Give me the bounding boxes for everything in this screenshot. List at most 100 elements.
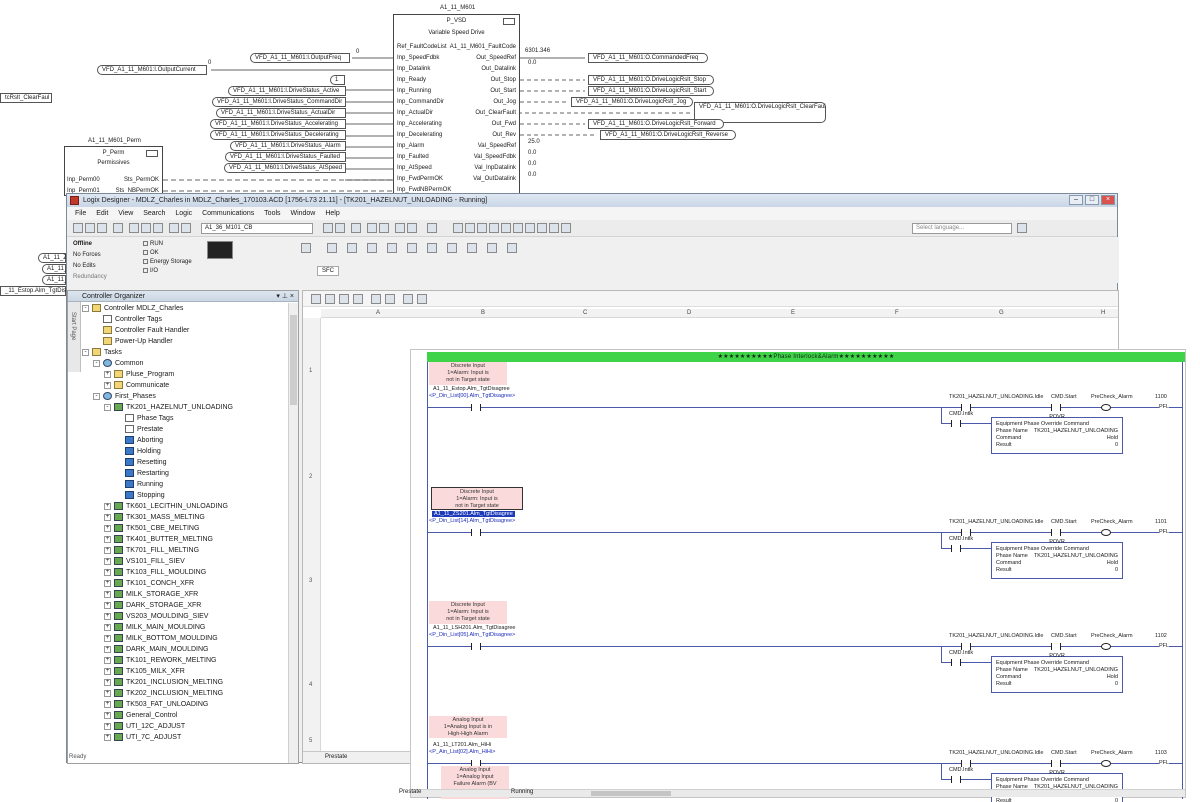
tree-node[interactable]: + TK601_LECITHIN_UNLOADING: [104, 501, 228, 512]
intlk-contact-icon[interactable]: [951, 420, 961, 427]
expand-toggle-icon[interactable]: -: [82, 348, 89, 356]
xic-icon[interactable]: [367, 243, 377, 253]
tree-node[interactable]: + DARK_MAIN_MOULDING: [104, 644, 208, 655]
menu-tools[interactable]: Tools: [264, 210, 280, 217]
tree-node[interactable]: - Common: [93, 358, 143, 369]
xic-contact-icon[interactable]: [471, 529, 481, 536]
contact-tag[interactable]: A1_11_ZS201.Alm_TgtDisagree: [432, 511, 515, 517]
expand-toggle-icon[interactable]: +: [104, 601, 111, 609]
paste-icon[interactable]: [153, 223, 163, 233]
start-page-tab[interactable]: Start Page: [68, 302, 81, 372]
tree-node[interactable]: Resetting: [115, 457, 167, 468]
otl-icon[interactable]: [427, 243, 437, 253]
tree-node[interactable]: + TK301_MASS_MELTING: [104, 512, 205, 523]
precheck-coil-icon[interactable]: [1101, 643, 1111, 650]
xic-contact-icon[interactable]: [471, 404, 481, 411]
ote-icon[interactable]: [407, 243, 417, 253]
tree-node[interactable]: + VS203_MOULDING_SIEV: [104, 611, 208, 622]
tree-node[interactable]: + DARK_STORAGE_XFR: [104, 600, 201, 611]
expand-toggle-icon[interactable]: -: [104, 403, 111, 411]
tree-node[interactable]: + TK701_FILL_MELTING: [104, 545, 199, 556]
sfc-routine-tab[interactable]: Prestate: [325, 754, 347, 760]
tree-node[interactable]: + TK105_MILK_XFR: [104, 666, 185, 677]
tree-node[interactable]: + TK501_CBE_MELTING: [104, 523, 199, 534]
block-minimize-icon[interactable]: [503, 18, 515, 25]
redo-icon[interactable]: [181, 223, 191, 233]
expand-toggle-icon[interactable]: +: [104, 623, 111, 631]
idle-contact-icon[interactable]: [961, 760, 971, 767]
tree-node[interactable]: + MILK_BOTTOM_MOULDING: [104, 633, 218, 644]
xio-icon[interactable]: [387, 243, 397, 253]
fbd-input-tag[interactable]: VFD_A1_11_M601:I.DriveStatus_Acceleratin…: [210, 119, 346, 129]
expand-toggle-icon[interactable]: +: [104, 678, 111, 686]
expand-toggle-icon[interactable]: +: [104, 689, 111, 697]
fbd-input-tag[interactable]: VFD_A1_11_M601:I.DriveStatus_ActualDir: [216, 108, 346, 118]
tree-node[interactable]: + Communicate: [104, 380, 169, 391]
fbd-input-tag[interactable]: VFD_A1_11_M601:I.DriveStatus_AtSpeed: [224, 163, 346, 173]
tools-icon[interactable]: [465, 223, 475, 233]
tree-node[interactable]: Controller Fault Handler: [93, 325, 189, 336]
close-button[interactable]: ×: [1101, 195, 1115, 205]
cmd-start-contact-icon[interactable]: [1051, 404, 1061, 411]
minimize-button[interactable]: –: [1069, 195, 1083, 205]
fbd-left-stub[interactable]: A1_11_Z: [38, 253, 67, 263]
expand-toggle-icon[interactable]: -: [93, 359, 100, 367]
fbd-output-tag[interactable]: VFD_A1_11_M601:O.DriveLogicRslt_Start: [588, 86, 714, 96]
sfc-branch-icon[interactable]: [339, 294, 349, 304]
tools-icon[interactable]: [501, 223, 511, 233]
sfc-stop-icon[interactable]: [371, 294, 381, 304]
expand-toggle-icon[interactable]: +: [104, 590, 111, 598]
expand-toggle-icon[interactable]: +: [104, 513, 111, 521]
menu-window[interactable]: Window: [290, 210, 315, 217]
tree-node[interactable]: Prestate: [115, 424, 163, 435]
ladder-bottom-tab[interactable]: Prestate: [399, 789, 421, 795]
fbd-output-current-tag[interactable]: VFD_A1_11_M601:I.OutputCurrent: [97, 65, 207, 75]
sfc-sbr-icon[interactable]: [353, 294, 363, 304]
expand-toggle-icon[interactable]: +: [104, 711, 111, 719]
new-icon[interactable]: [73, 223, 83, 233]
tree-node[interactable]: Restarting: [115, 468, 169, 479]
fbd-input-tag[interactable]: VFD_A1_11_M601:I.DriveStatus_Alarm: [230, 141, 346, 151]
branch-icon[interactable]: [327, 243, 337, 253]
menu-communications[interactable]: Communications: [202, 210, 254, 217]
expand-toggle-icon[interactable]: +: [104, 557, 111, 565]
menu-edit[interactable]: Edit: [96, 210, 108, 217]
tree-node[interactable]: Holding: [115, 446, 161, 457]
tree-node[interactable]: + TK201_INCLUSION_MELTING: [104, 677, 223, 688]
language-select[interactable]: Select language...: [912, 223, 1012, 234]
tree-node[interactable]: - Controller MDLZ_Charles: [82, 303, 183, 314]
tree-node[interactable]: + General_Control: [104, 710, 177, 721]
find-icon[interactable]: [323, 223, 333, 233]
path-combo[interactable]: A1_36_M101_CB: [201, 223, 313, 234]
fbd-left-stub[interactable]: A1_11_M: [42, 264, 72, 274]
tools-icon[interactable]: [549, 223, 559, 233]
tree-node[interactable]: - First_Phases: [93, 391, 156, 402]
tree-node[interactable]: + UTI_7C_ADJUST: [104, 732, 181, 743]
expand-toggle-icon[interactable]: +: [104, 645, 111, 653]
ladder-scrollbar[interactable]: Prestate Running: [399, 789, 1185, 797]
scroll-thumb[interactable]: [290, 315, 297, 405]
menu-view[interactable]: View: [118, 210, 133, 217]
idle-contact-icon[interactable]: [961, 643, 971, 650]
expand-toggle-icon[interactable]: +: [104, 656, 111, 664]
fbd-input-tag[interactable]: VFD_A1_11_M601:I.DriveStatus_Active: [228, 86, 346, 96]
expand-toggle-icon[interactable]: +: [104, 579, 111, 587]
intlk-contact-icon[interactable]: [951, 545, 961, 552]
expand-toggle-icon[interactable]: +: [104, 568, 111, 576]
idle-contact-icon[interactable]: [961, 529, 971, 536]
tree-node[interactable]: Stopping: [115, 490, 165, 501]
tree-node[interactable]: Aborting: [115, 435, 163, 446]
tree-node[interactable]: + VS101_FILL_SIEV: [104, 556, 185, 567]
edit-icon[interactable]: [427, 223, 437, 233]
tab-sfc[interactable]: SFC: [317, 266, 339, 276]
tools-icon[interactable]: [513, 223, 523, 233]
perm-function-block[interactable]: P_Perm Permissives Inp_Perm00 Inp_Perm01…: [64, 146, 163, 196]
precheck-coil-icon[interactable]: [1101, 404, 1111, 411]
tree-node[interactable]: + Pluse_Program: [104, 369, 174, 380]
jsr-icon[interactable]: [507, 243, 517, 253]
ret-icon[interactable]: [487, 243, 497, 253]
fbd-output-tag[interactable]: VFD_A1_11_M601:O.DriveLogicRslt_Jog: [571, 97, 693, 107]
organizer-scrollbar[interactable]: [288, 303, 298, 763]
fbd-output-tag[interactable]: VFD_A1_11_M601:O.DriveLogicRslt_Reverse: [600, 130, 736, 140]
scroll-thumb[interactable]: [591, 791, 671, 796]
